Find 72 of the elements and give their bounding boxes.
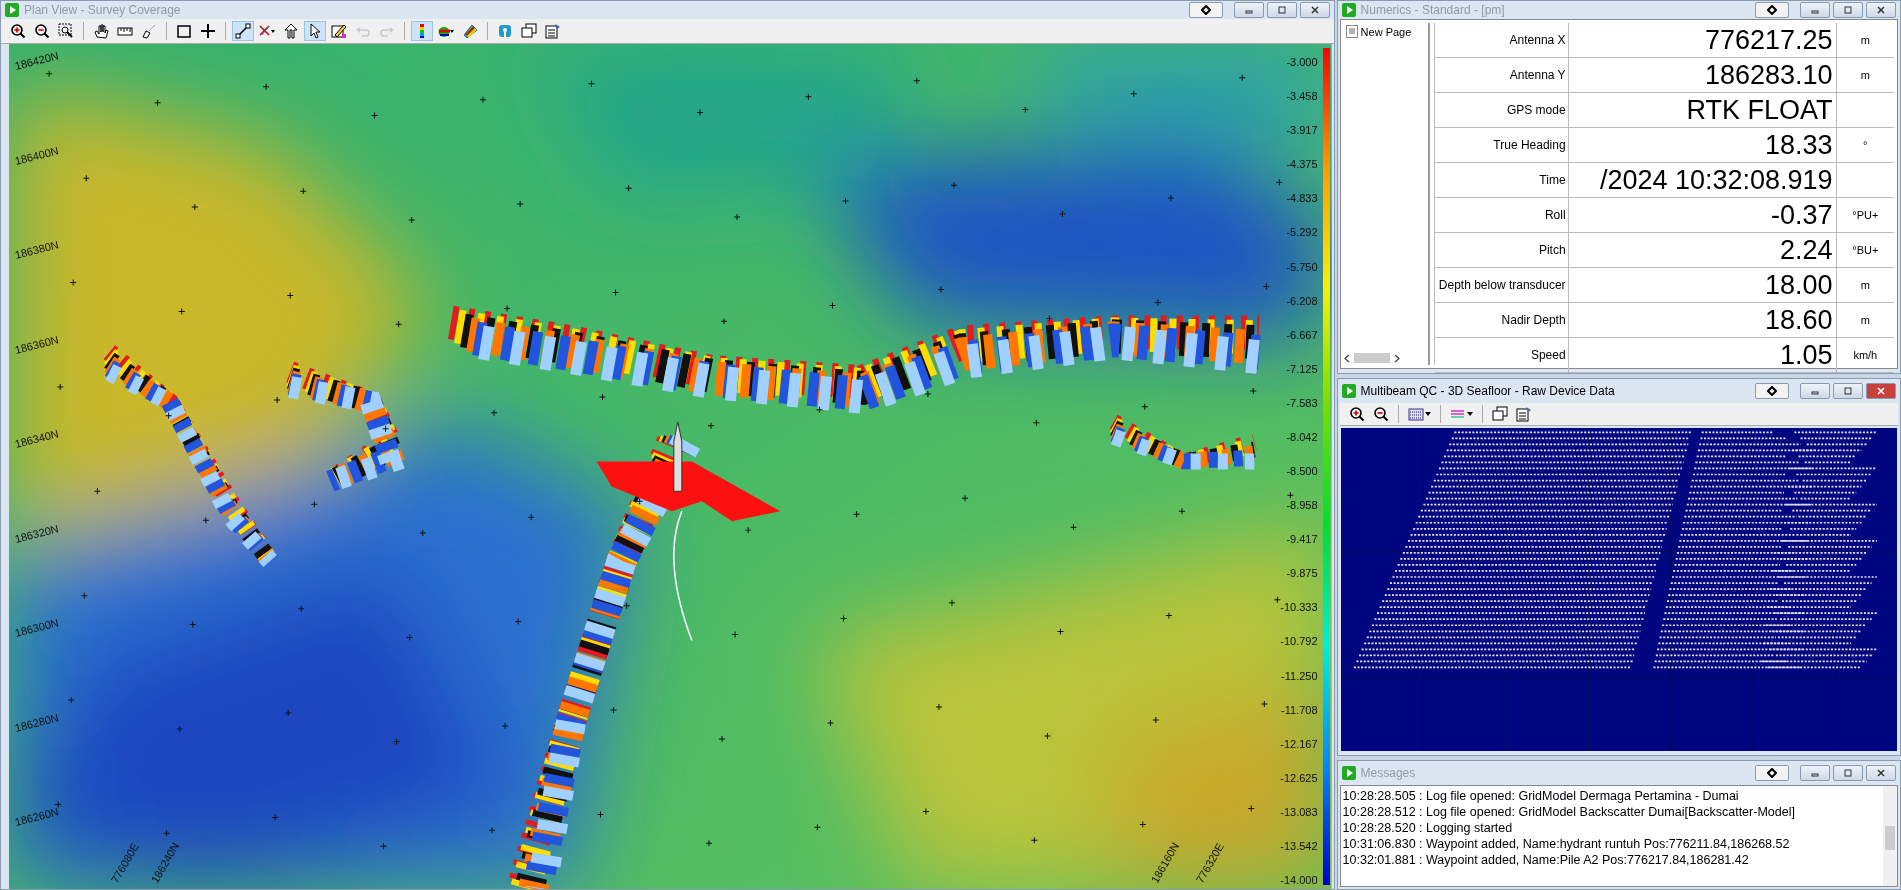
field-label: Nadir Depth — [1434, 303, 1569, 337]
field-label: GPS mode — [1434, 93, 1569, 127]
northing-label: 186260N — [13, 805, 60, 828]
window-title: Numerics - Standard - [pm] — [1360, 2, 1505, 18]
depth-scale-label: -8.500 — [1286, 465, 1318, 477]
northing-label: 186340N — [13, 427, 60, 450]
unit-label: °BU+ — [1851, 243, 1880, 258]
depth-scale-label: -13.542 — [1280, 839, 1318, 852]
depth-scale-label: -4.375 — [1286, 158, 1318, 171]
northing-label: 186280N — [13, 710, 60, 734]
log-message: 10:28:28.505 : Log file opened: GridModel Dermaga Pertamina - Dumai — [1342, 788, 1740, 804]
depth-scale-label: -4.833 — [1286, 192, 1318, 205]
field-value: /2024 10:32:08.919 — [1568, 163, 1837, 197]
field-label: Antenna Y — [1434, 58, 1569, 92]
window-title: Multibeam QC - 3D Seafloor - Raw Device Data — [1360, 383, 1615, 399]
log-message: 10:28:28.520 : Logging started — [1342, 820, 1514, 836]
depth-scale-label: -7.583 — [1286, 396, 1318, 409]
depth-scale-label: -6.667 — [1286, 328, 1318, 341]
northing-label: 186400N — [13, 143, 60, 167]
field-label: True Heading — [1434, 128, 1569, 162]
unit-label: m — [1859, 278, 1871, 293]
depth-scale-label: -13.083 — [1280, 805, 1318, 818]
depth-scale-label: -11.708 — [1281, 703, 1318, 716]
depth-scale-label: -3.458 — [1286, 90, 1318, 103]
log-message: 10:28:28.512 : Log file opened: GridModel Backscatter Dumai[Backscatter-Model] — [1342, 804, 1796, 820]
field-label: Antenna X — [1434, 23, 1569, 57]
field-value: 18.33 — [1568, 128, 1837, 162]
northing-label: 186380N — [13, 238, 60, 261]
depth-scale-label: -12.625 — [1280, 771, 1318, 784]
depth-scale-label: -6.208 — [1286, 294, 1318, 307]
northing-label: 186420N — [13, 49, 60, 72]
field-label: Depth below transducer — [1434, 268, 1569, 302]
depth-scale-label: -8.042 — [1286, 430, 1318, 443]
window-title: Messages — [1360, 765, 1416, 781]
depth-scale-label: -7.125 — [1286, 362, 1318, 375]
field-label: Pitch — [1434, 233, 1569, 267]
depth-scale-label: -14.000 — [1280, 874, 1318, 886]
depth-scale-label: -9.875 — [1286, 567, 1318, 580]
unit-label: m — [1859, 313, 1871, 328]
depth-scale-label: -3.917 — [1286, 124, 1318, 137]
depth-scale-label: -10.792 — [1280, 635, 1318, 648]
field-label: Roll — [1434, 198, 1569, 232]
field-value: -0.37 — [1568, 198, 1837, 232]
unit-label: m — [1859, 33, 1871, 48]
page-list-item[interactable]: New Page — [1343, 23, 1428, 40]
depth-scale-label: -5.750 — [1286, 260, 1318, 273]
field-value: 1.05 — [1568, 338, 1837, 372]
log-message: 10:32:01.881 : Waypoint added, Name:Pile A2 Pos:776217.84,186281.42 — [1342, 852, 1750, 868]
unit-label: °PU+ — [1851, 208, 1880, 223]
window-title: Plan View - Survey Coverage — [24, 2, 181, 18]
depth-scale-label: -11.250 — [1281, 669, 1318, 682]
field-value: 2.24 — [1568, 233, 1837, 267]
unit-label: m — [1859, 68, 1871, 83]
field-label: Speed — [1434, 338, 1569, 372]
field-value: 18.60 — [1568, 303, 1837, 337]
depth-scale-label: -9.417 — [1286, 533, 1318, 546]
depth-scale-label: -5.292 — [1286, 226, 1318, 239]
field-label: Time — [1434, 163, 1569, 197]
depth-scale-label: -12.167 — [1280, 737, 1318, 750]
unit-label: ° — [1862, 138, 1869, 153]
field-value: 186283.10 — [1568, 58, 1837, 92]
depth-scale-label: -3.000 — [1286, 56, 1318, 68]
depth-scale-label: -8.958 — [1286, 499, 1318, 512]
northing-label: 186320N — [13, 521, 60, 545]
depth-scale-label: -10.333 — [1280, 601, 1318, 614]
log-message: 10:31:06.830 : Waypoint added, Name:hydrant runtuh Pos:776211.84,186268.52 — [1342, 836, 1791, 852]
field-value: RTK FLOAT — [1568, 93, 1837, 127]
northing-label: 186360N — [13, 332, 60, 356]
field-value: 776217.25 — [1568, 23, 1837, 57]
field-value: 18.00 — [1568, 268, 1837, 302]
northing-label: 186300N — [13, 616, 60, 639]
unit-label: km/h — [1852, 348, 1879, 363]
